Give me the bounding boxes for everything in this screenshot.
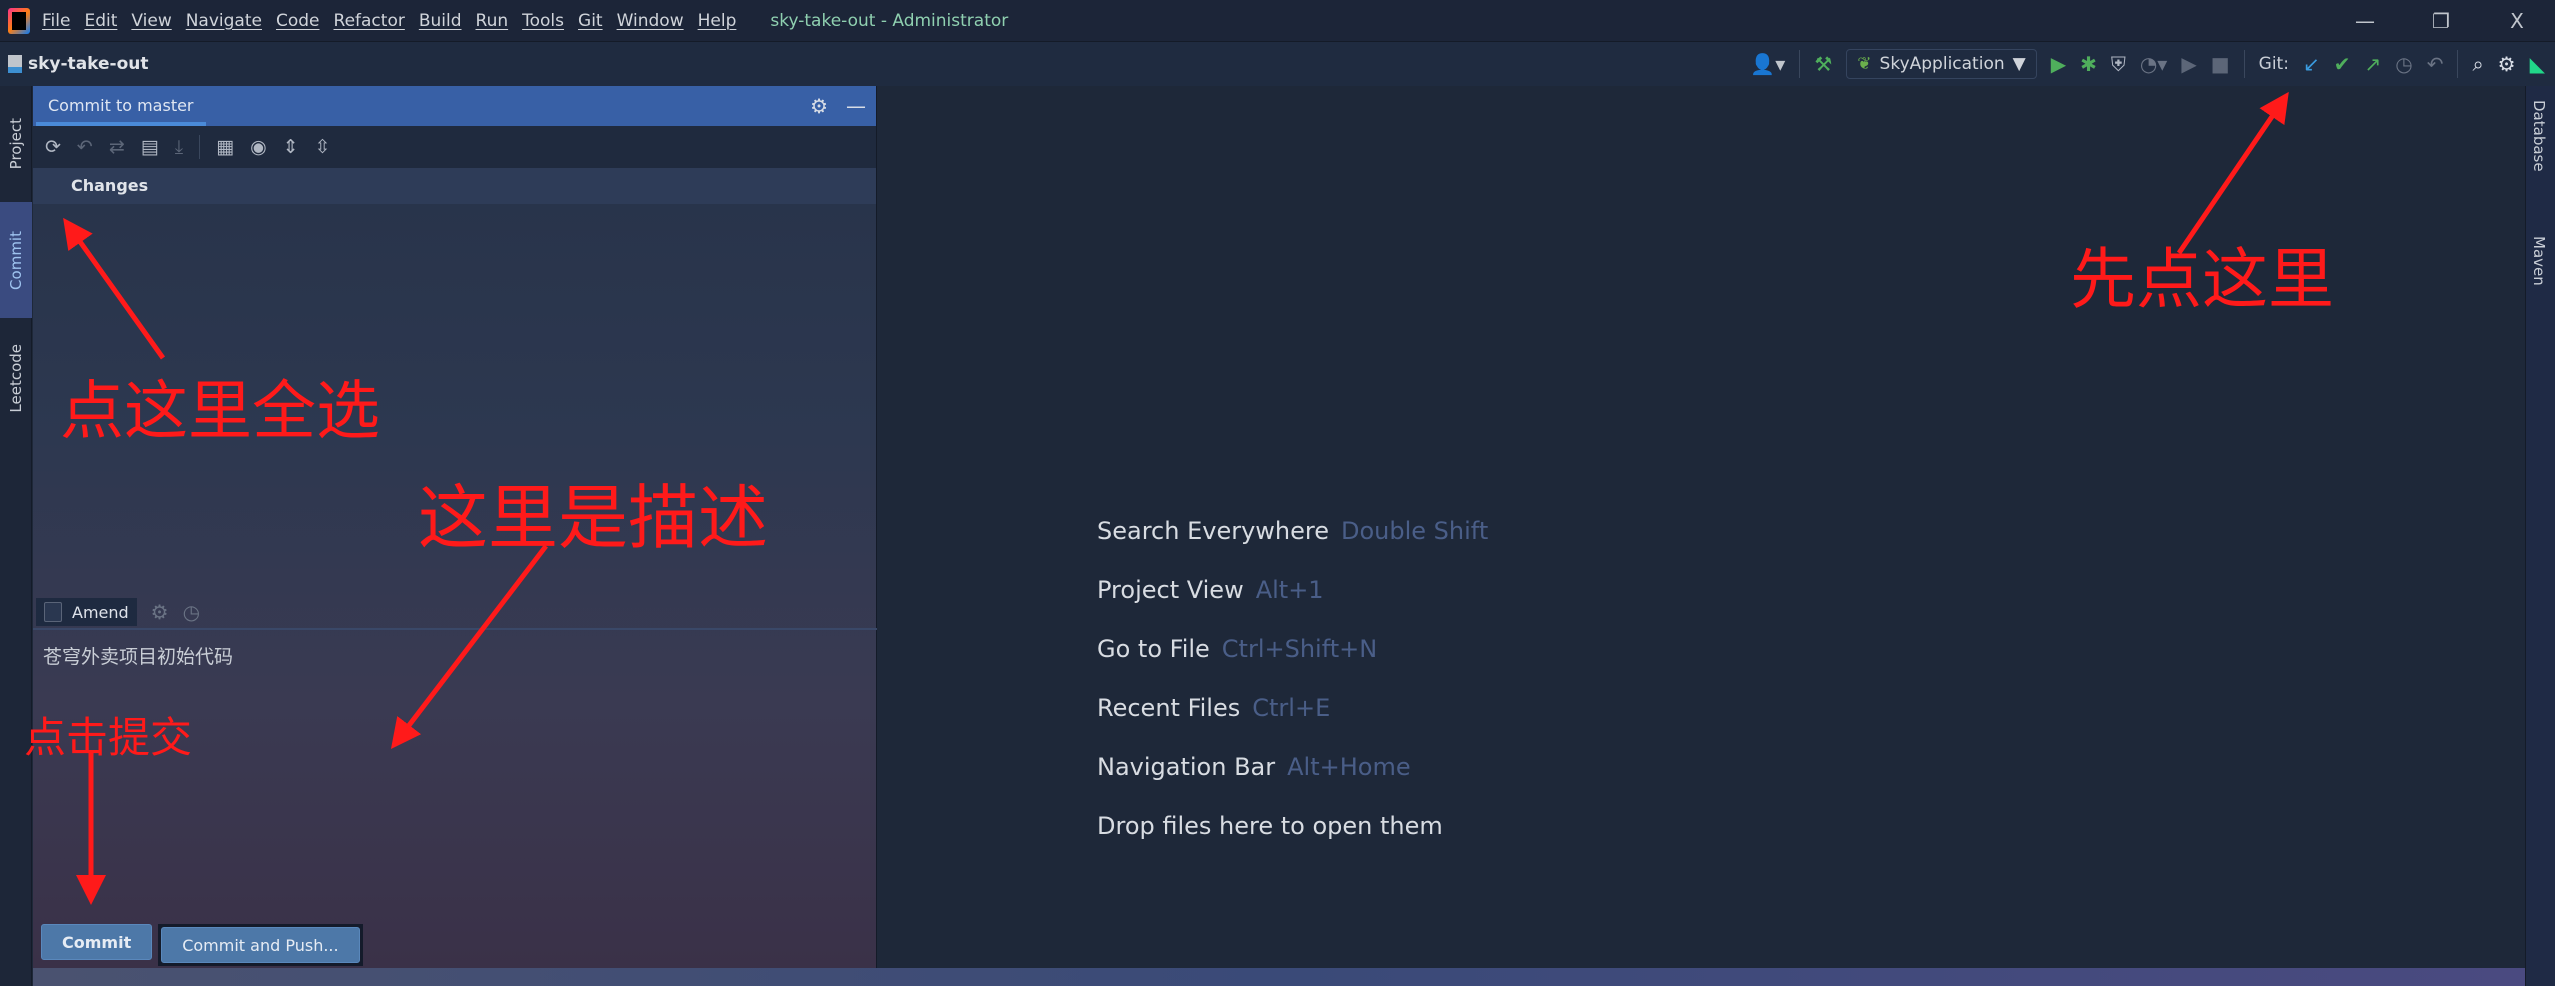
build-hammer-icon[interactable]: ⚒ <box>1814 52 1832 76</box>
commit-message-history-icon[interactable]: ◷ <box>183 600 200 624</box>
editor-empty-hints: Search Everywhere Double Shift Project Vi… <box>1097 512 1488 866</box>
stop-icon: ■ <box>2210 52 2230 76</box>
tab-commit-label: Commit <box>7 230 25 290</box>
annotation-select-all: 点这里全选 <box>60 375 380 449</box>
changes-header[interactable]: Changes <box>33 168 876 204</box>
tab-maven[interactable]: Maven <box>2530 236 2548 286</box>
refresh-icon[interactable]: ⟳ <box>45 136 61 158</box>
hint-search-everywhere: Search Everywhere Double Shift <box>1097 512 1488 571</box>
group-by-icon[interactable]: ▦ <box>216 136 234 158</box>
hint-drop-files: Drop files here to open them <box>1097 807 1488 866</box>
hint-label: Go to File <box>1097 635 1210 663</box>
hint-shortcut: Alt+Home <box>1287 753 1411 781</box>
annotation-click-here-first: 先点这里 <box>2070 241 2334 318</box>
menu-run[interactable]: Run <box>476 11 509 31</box>
amend-label: Amend <box>72 602 129 622</box>
git-history-icon[interactable]: ◷ <box>2395 52 2412 76</box>
menu-refactor[interactable]: Refactor <box>334 11 405 31</box>
tab-leetcode[interactable]: Leetcode <box>0 318 32 438</box>
shelve-icon: ⤓ <box>174 136 184 158</box>
checkbox-box[interactable] <box>44 602 62 622</box>
menu-help[interactable]: Help <box>698 11 737 31</box>
menu-git[interactable]: Git <box>578 11 603 31</box>
resume-icon: ▶ <box>2181 52 2197 76</box>
expand-all-icon[interactable]: ⇕ <box>283 136 299 158</box>
commit-message-input[interactable]: 苍穹外卖项目初始代码 <box>43 642 233 669</box>
hide-panel-minus-icon[interactable]: — <box>846 94 866 118</box>
restore-button[interactable]: ❐ <box>2403 0 2479 42</box>
hint-label: Search Everywhere <box>1097 517 1329 545</box>
hint-recent-files: Recent Files Ctrl+E <box>1097 689 1488 748</box>
hint-label: Project View <box>1097 576 1244 604</box>
commit-and-push-button[interactable]: Commit and Push... <box>161 927 360 963</box>
menu-navigate[interactable]: Navigate <box>186 11 262 31</box>
hint-label: Navigation Bar <box>1097 753 1276 781</box>
gear-icon[interactable]: ⚙ <box>2498 52 2516 76</box>
coverage-icon[interactable]: ⛨ <box>2111 52 2126 76</box>
panel-settings-gear-icon[interactable]: ⚙ <box>810 94 828 118</box>
git-commit-icon[interactable]: ✔ <box>2334 52 2351 76</box>
hint-shortcut: Double Shift <box>1341 517 1489 545</box>
search-icon[interactable]: ⌕ <box>2472 52 2483 76</box>
git-label: Git: <box>2258 54 2289 74</box>
run-configuration-select[interactable]: ❦ SkyApplication ▼ <box>1846 49 2037 79</box>
diff-icon: ⇄ <box>108 136 125 158</box>
chevron-down-icon: ▼ <box>2012 54 2026 74</box>
project-breadcrumb[interactable]: sky-take-out <box>8 54 149 74</box>
project-folder-icon <box>8 55 22 73</box>
hint-go-to-file: Go to File Ctrl+Shift+N <box>1097 630 1488 689</box>
hint-label: Recent Files <box>1097 694 1241 722</box>
changelist-icon[interactable]: ▤ <box>141 136 159 158</box>
left-tool-stripe: Project Commit Leetcode <box>0 86 32 986</box>
view-options-eye-icon[interactable]: ◉ <box>250 136 267 158</box>
project-name: sky-take-out <box>28 54 149 74</box>
menu-build[interactable]: Build <box>419 11 462 31</box>
run-icon[interactable]: ▶ <box>2051 52 2066 76</box>
menu-window[interactable]: Window <box>617 11 684 31</box>
run-config-label: SkyApplication <box>1879 54 2005 74</box>
menu-code[interactable]: Code <box>276 11 320 31</box>
tab-project-label: Project <box>7 118 25 170</box>
spring-icon: ❦ <box>1857 54 1872 74</box>
window-title: sky-take-out - Administrator <box>770 10 1009 31</box>
hint-shortcut: Ctrl+Shift+N <box>1221 635 1378 663</box>
git-update-icon[interactable]: ↙ <box>2303 52 2320 76</box>
git-rollback-icon[interactable]: ↶ <box>2427 52 2444 76</box>
intellij-logo-icon <box>8 7 30 34</box>
menu-view[interactable]: View <box>131 11 171 31</box>
hint-shortcut: Alt+1 <box>1255 576 1324 604</box>
commit-button[interactable]: Commit <box>41 924 153 960</box>
menu-file[interactable]: File <box>42 11 70 31</box>
tab-commit[interactable]: Commit <box>0 202 32 318</box>
menu-edit[interactable]: Edit <box>84 11 117 31</box>
right-tool-stripe: Database Maven <box>2525 86 2555 986</box>
amend-checkbox[interactable]: Amend <box>36 598 137 626</box>
user-icon[interactable]: 👤▾ <box>1750 52 1785 76</box>
menu-tools[interactable]: Tools <box>522 11 564 31</box>
commit-toolbar: ⟳ ↶ ⇄ ▤ ⤓ ▦ ◉ ⇕ ⇳ <box>33 126 876 168</box>
title-bar: File Edit View Navigate Code Refactor Build Run… <box>0 0 2555 42</box>
hint-label: Drop files here to open them <box>1097 812 1443 840</box>
annotation-description: 这里是描述 <box>418 477 768 559</box>
menu-bar: File Edit View Navigate Code Refactor Build Run… <box>42 11 750 31</box>
navigation-bar: sky-take-out 👤▾ ⚒ ❦ SkyApplication ▼ ▶ ✱… <box>0 42 2555 86</box>
status-bar <box>33 968 2525 986</box>
annotation-click-commit: 点击提交 <box>24 713 193 762</box>
hint-shortcut: Ctrl+E <box>1252 694 1331 722</box>
tab-database[interactable]: Database <box>2530 100 2548 172</box>
collapse-all-icon[interactable]: ⇳ <box>315 136 331 158</box>
debug-icon[interactable]: ✱ <box>2080 52 2097 76</box>
minimize-button[interactable]: — <box>2327 0 2403 42</box>
hint-navigation-bar: Navigation Bar Alt+Home <box>1097 748 1488 807</box>
profile-icon[interactable]: ◔▾ <box>2140 52 2168 76</box>
rollback-icon: ↶ <box>76 136 93 158</box>
commit-options-gear-icon[interactable]: ⚙ <box>151 600 169 624</box>
close-button[interactable]: X <box>2479 0 2555 42</box>
hint-project-view: Project View Alt+1 <box>1097 571 1488 630</box>
git-push-icon[interactable]: ↗ <box>2364 52 2381 76</box>
tab-project[interactable]: Project <box>0 86 32 202</box>
tab-leetcode-label: Leetcode <box>7 343 25 413</box>
commit-to-master-tab[interactable]: Commit to master <box>36 86 206 126</box>
toolbox-icon[interactable]: ◣ <box>2530 52 2545 76</box>
